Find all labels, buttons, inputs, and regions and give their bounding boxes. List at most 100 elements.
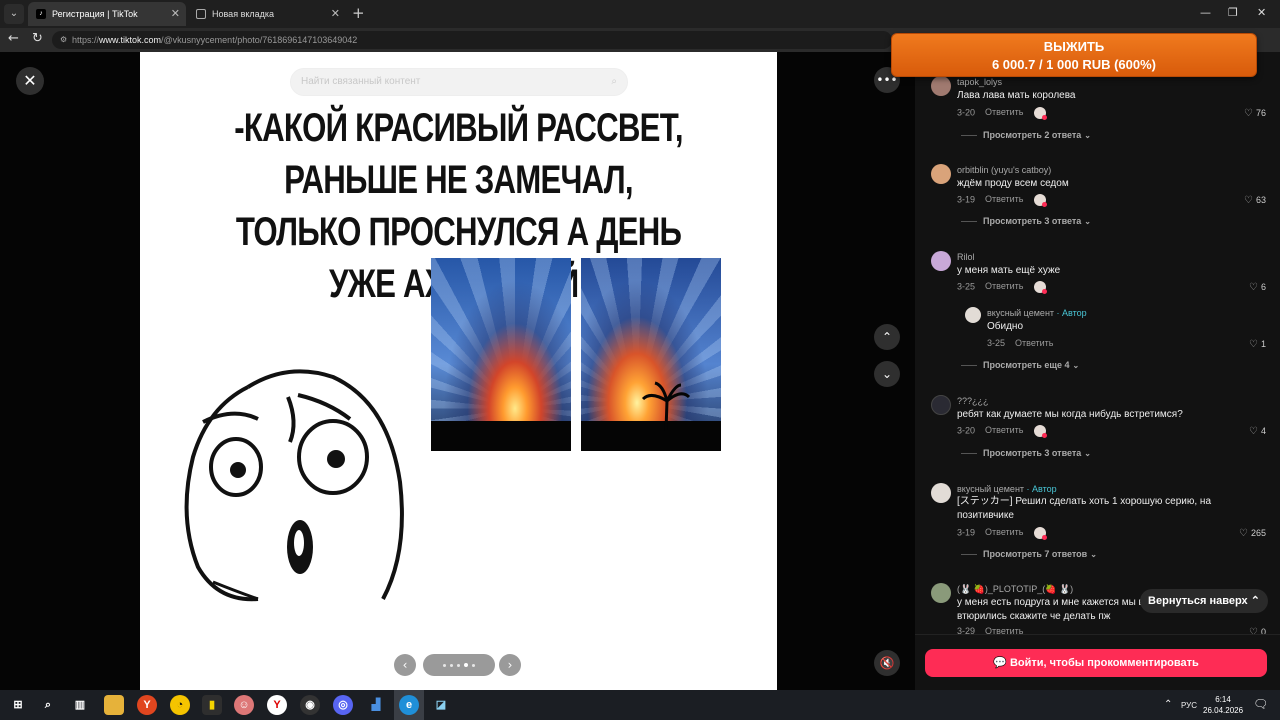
photo-viewer: ✕ Найти связанный контент ⌕ -КАКОЙ КРАСИ… bbox=[0, 52, 915, 690]
url-field[interactable]: ⚙ https://www.tiktok.com/@vkusnyycement/… bbox=[52, 31, 892, 49]
rage-face-drawing bbox=[184, 369, 404, 602]
tray-chevron-icon[interactable]: ⌃ bbox=[1164, 699, 1172, 710]
close-tab-icon[interactable]: ✕ bbox=[331, 7, 340, 20]
comment-username[interactable]: tapok_lolys bbox=[957, 77, 1002, 87]
comment-username[interactable]: (🐰 🍓)_PLOTOTIP_(🍓 🐰) bbox=[957, 584, 1073, 595]
photo-slide: Найти связанный контент ⌕ -КАКОЙ КРАСИВЫ… bbox=[140, 52, 777, 690]
reply-button[interactable]: Ответить bbox=[985, 107, 1023, 117]
yandex-icon[interactable]: Y bbox=[267, 695, 287, 715]
reply-button[interactable]: Ответить bbox=[985, 527, 1023, 537]
avatar[interactable] bbox=[931, 251, 951, 271]
promo-amount: 6 000.7 / 1 000 RUB (600%) bbox=[991, 57, 1157, 72]
yandex-browser-icon[interactable]: Y bbox=[137, 695, 157, 715]
like-button[interactable]: ♡ 63 bbox=[1244, 195, 1266, 206]
previous-post-button[interactable]: ⌃ bbox=[874, 324, 900, 350]
reply-button[interactable]: Ответить bbox=[985, 194, 1023, 204]
close-viewer-button[interactable]: ✕ bbox=[16, 67, 44, 95]
back-to-top-button[interactable]: Вернуться наверх ⌃ bbox=[1140, 589, 1268, 613]
promo-title: ВЫЖИТЬ bbox=[1043, 39, 1105, 54]
comment-username[interactable]: Rilol bbox=[957, 252, 975, 262]
site-info-icon[interactable]: ⚙ bbox=[60, 31, 67, 49]
like-button[interactable]: ♡ 1 bbox=[1249, 339, 1266, 350]
app-icon[interactable]: ◉ bbox=[300, 695, 320, 715]
promo-banner[interactable]: ВЫЖИТЬ 6 000.7 / 1 000 RUB (600%) bbox=[891, 33, 1257, 77]
reply-button[interactable]: Ответить bbox=[1015, 338, 1053, 348]
like-button[interactable]: ♡ 265 bbox=[1239, 528, 1266, 539]
search-icon[interactable]: ⌕ bbox=[611, 69, 617, 95]
like-count: 265 bbox=[1250, 528, 1266, 538]
carousel-dot[interactable] bbox=[472, 663, 475, 667]
carousel-dot[interactable] bbox=[464, 663, 468, 667]
related-content-search-input[interactable]: Найти связанный контент ⌕ bbox=[290, 68, 628, 96]
heart-icon: ♡ bbox=[1244, 108, 1253, 119]
comment-username[interactable]: ???¿¿¿ bbox=[957, 396, 989, 406]
new-tab-favicon-icon bbox=[196, 9, 206, 19]
restore-icon[interactable]: ❐ bbox=[1228, 6, 1238, 19]
search-icon[interactable]: ⌕ bbox=[38, 695, 58, 715]
like-button[interactable]: ♡ 4 bbox=[1249, 426, 1266, 437]
tab-title: Регистрация | TikTok bbox=[52, 9, 138, 19]
carousel-dot[interactable] bbox=[457, 663, 460, 667]
windows-start-icon[interactable]: ⊞ bbox=[8, 695, 28, 715]
tiktok-favicon-icon: ♪ bbox=[36, 9, 46, 19]
clock[interactable]: 6:14 26.04.2026 bbox=[1203, 694, 1243, 716]
avatar[interactable] bbox=[931, 583, 951, 603]
back-arrow-icon[interactable]: ← bbox=[8, 31, 19, 46]
avatar[interactable] bbox=[931, 483, 951, 503]
like-button[interactable]: ♡ 6 bbox=[1249, 282, 1266, 293]
view-replies-button[interactable]: Просмотреть 3 ответа ⌄ bbox=[961, 216, 1091, 226]
view-replies-button[interactable]: Просмотреть 7 ответов ⌄ bbox=[961, 549, 1097, 559]
app-icon[interactable]: ◔ bbox=[170, 695, 190, 715]
like-count: 1 bbox=[1260, 339, 1266, 349]
reply-button[interactable]: Ответить bbox=[985, 281, 1023, 291]
carousel-dot[interactable] bbox=[450, 663, 453, 667]
comment-date: 3-20 bbox=[957, 107, 976, 118]
view-replies-button[interactable]: Просмотреть 2 ответа ⌄ bbox=[961, 130, 1091, 140]
window-close-icon[interactable]: ✕ bbox=[1257, 6, 1266, 19]
avatar[interactable] bbox=[931, 76, 951, 96]
comment-bubble-icon: 💬 bbox=[993, 657, 1007, 669]
task-view-icon[interactable]: ▥ bbox=[70, 695, 90, 715]
new-tab-plus-icon[interactable]: + bbox=[352, 4, 365, 22]
discord-icon[interactable]: ◎ bbox=[333, 695, 353, 715]
view-replies-label: Просмотреть 7 ответов bbox=[983, 549, 1088, 559]
app-icon[interactable]: ☺ bbox=[234, 695, 254, 715]
url-path: /@vkusnyycement/photo/761869614710364904… bbox=[161, 35, 358, 45]
comment-username[interactable]: orbitblin (yuyu's catboy) bbox=[957, 165, 1051, 175]
login-to-comment-button[interactable]: 💬 Войти, чтобы прокомментировать bbox=[925, 649, 1267, 677]
reply-button[interactable]: Ответить bbox=[985, 425, 1023, 435]
view-more-replies-button[interactable]: Просмотреть еще 4 ⌄ bbox=[961, 360, 1079, 370]
avatar[interactable] bbox=[965, 307, 981, 323]
avatar[interactable] bbox=[931, 164, 951, 184]
comment-username[interactable]: вкусный цемент · Автор bbox=[987, 308, 1087, 318]
stats-app-icon[interactable]: ▟ bbox=[366, 695, 386, 715]
app-icon[interactable]: ◪ bbox=[431, 695, 451, 715]
chevron-down-icon: ⌄ bbox=[1090, 550, 1097, 559]
clock-time: 6:14 bbox=[1215, 695, 1231, 704]
tab-tiktok[interactable]: ♪ Регистрация | TikTok ✕ bbox=[28, 2, 186, 26]
view-replies-button[interactable]: Просмотреть 3 ответа ⌄ bbox=[961, 448, 1091, 458]
edge-browser-icon[interactable]: e bbox=[399, 695, 419, 715]
carousel-next-button[interactable]: › bbox=[499, 654, 521, 676]
language-indicator[interactable]: РУС bbox=[1181, 701, 1197, 710]
chevron-down-icon: ⌄ bbox=[1084, 217, 1091, 226]
avatar[interactable] bbox=[931, 395, 951, 415]
carousel-prev-button[interactable]: ‹ bbox=[394, 654, 416, 676]
file-explorer-icon[interactable] bbox=[104, 695, 124, 715]
minimize-icon[interactable]: — bbox=[1200, 6, 1211, 19]
heart-icon: ♡ bbox=[1244, 195, 1253, 206]
view-replies-label: Просмотреть 3 ответа bbox=[983, 448, 1082, 458]
like-button[interactable]: ♡ 76 bbox=[1244, 108, 1266, 119]
comment-username[interactable]: вкусный цемент · Автор bbox=[957, 484, 1057, 494]
close-tab-icon[interactable]: ✕ bbox=[171, 7, 180, 20]
tab-new-tab[interactable]: Новая вкладка ✕ bbox=[188, 2, 346, 26]
notifications-icon[interactable]: 🗨 bbox=[1253, 697, 1268, 711]
tab-list-button[interactable]: ⌄ bbox=[4, 4, 24, 24]
next-post-button[interactable]: ⌄ bbox=[874, 361, 900, 387]
comment-date: 3-19 bbox=[957, 527, 976, 538]
carousel-dot[interactable] bbox=[443, 663, 446, 667]
comment-date: 3-19 bbox=[957, 194, 976, 205]
mute-button[interactable]: 🔇 bbox=[874, 650, 900, 676]
app-icon[interactable]: ▮ bbox=[202, 695, 222, 715]
reload-icon[interactable]: ↻ bbox=[32, 31, 43, 46]
